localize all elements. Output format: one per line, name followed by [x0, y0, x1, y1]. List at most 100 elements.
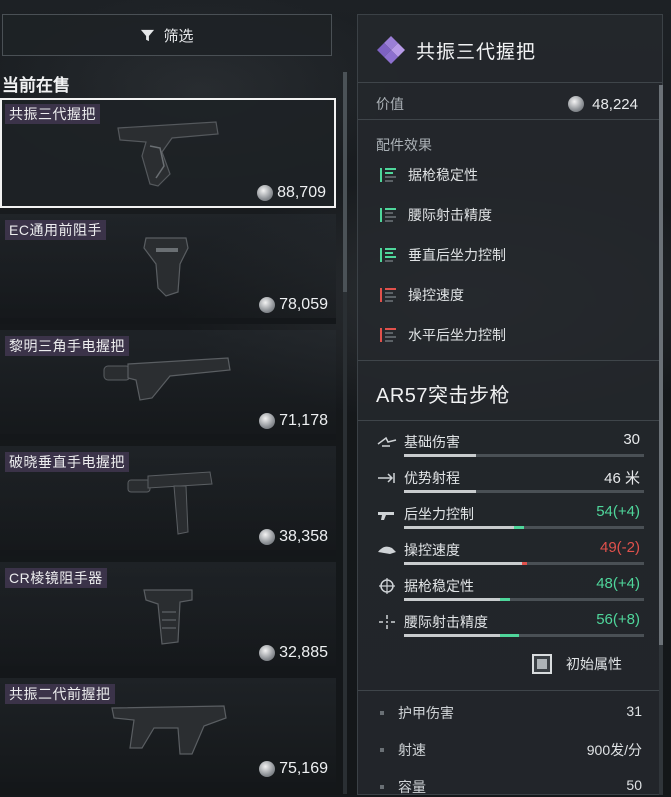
effect-label: 据枪稳定性 — [408, 167, 478, 183]
stat-bar-fill — [404, 526, 514, 529]
stat-row: 基础伤害 30 — [376, 430, 648, 464]
attribute-row: 容量 50 — [380, 777, 642, 797]
effect-level-icon — [380, 328, 396, 342]
handling-icon — [378, 546, 396, 554]
coin-icon — [259, 413, 276, 429]
filter-icon — [141, 29, 155, 41]
filter-button[interactable]: 筛选 — [2, 14, 332, 56]
stat-bar-fill — [404, 562, 522, 565]
coin-icon — [568, 96, 585, 112]
effect-level-icon — [380, 208, 396, 222]
hipfire-icon — [379, 615, 395, 629]
coin-icon — [259, 645, 276, 661]
attribute-row: 护甲伤害 31 — [380, 703, 642, 723]
coin-icon — [259, 761, 276, 777]
effect-label: 垂直后坐力控制 — [408, 247, 506, 263]
grip-image — [143, 589, 193, 645]
attribute-row: 射速 900发/分 — [380, 740, 642, 760]
divider — [358, 82, 662, 83]
stat-bar-delta — [522, 562, 527, 565]
detail-header: 共振三代握把 — [376, 35, 536, 65]
coin-icon — [259, 529, 276, 545]
value-label: 价值 — [376, 96, 404, 112]
divider — [358, 420, 662, 421]
stat-label: 优势射程 — [404, 470, 460, 486]
value-amount: 48,224 — [568, 96, 638, 113]
initial-attr-label: 初始属性 — [566, 656, 622, 672]
list-item[interactable]: 共振三代握把 88,709 — [0, 98, 336, 208]
effect-level-icon — [380, 288, 396, 302]
stat-row: 据枪稳定性 48(+4) — [376, 574, 648, 608]
effect-row: 垂直后坐力控制 — [380, 245, 506, 265]
list-item[interactable]: CR棱镜阻手器 32,885 — [0, 562, 336, 672]
stat-bar-fill — [404, 454, 476, 457]
grip-image — [143, 237, 189, 297]
list-item[interactable]: EC通用前阻手 78,059 — [0, 214, 336, 324]
effect-row: 据枪稳定性 — [380, 165, 478, 185]
item-name: 共振三代握把 — [5, 104, 100, 124]
initial-attr-checkbox[interactable] — [532, 654, 552, 674]
stat-value: 30 — [623, 431, 640, 448]
item-name: EC通用前阻手 — [5, 220, 106, 240]
stat-bar — [404, 454, 644, 457]
item-name: CR棱镜阻手器 — [5, 568, 107, 588]
bullet-icon — [380, 711, 384, 715]
effect-row: 水平后坐力控制 — [380, 325, 506, 345]
stat-row: 优势射程 46 米 — [376, 466, 648, 500]
attribute-value: 50 — [626, 777, 642, 793]
stat-label: 后坐力控制 — [404, 506, 474, 522]
filter-label: 筛选 — [163, 27, 194, 45]
stat-label: 腰际射击精度 — [404, 614, 488, 630]
item-price: 38,358 — [259, 528, 328, 546]
stat-bar-delta — [514, 526, 524, 529]
divider — [358, 119, 662, 120]
grip-image — [117, 121, 219, 187]
list-item[interactable]: 共振二代前握把 75,169 — [0, 678, 336, 788]
item-price: 78,059 — [259, 296, 328, 314]
list-item[interactable]: 黎明三角手电握把 71,178 — [0, 330, 336, 440]
list-item[interactable]: 破晓垂直手电握把 38,358 — [0, 446, 336, 556]
coin-icon — [257, 185, 274, 201]
stat-bar-fill — [404, 598, 500, 601]
item-price: 32,885 — [259, 644, 328, 662]
bullet-icon — [380, 785, 384, 789]
panel-scrollbar[interactable] — [659, 85, 663, 795]
stat-label: 操控速度 — [404, 542, 460, 558]
stat-value: 46 米 — [604, 470, 640, 487]
effect-label: 水平后坐力控制 — [408, 327, 506, 343]
stat-bar — [404, 490, 644, 493]
attribute-label: 容量 — [398, 779, 426, 795]
item-price: 75,169 — [259, 760, 328, 778]
detail-title: 共振三代握把 — [416, 41, 537, 63]
grip-image — [111, 705, 227, 755]
coin-icon — [259, 297, 276, 313]
weapon-name: AR57突击步枪 — [376, 385, 511, 407]
panel-scrollbar-thumb[interactable] — [659, 85, 663, 645]
stat-row: 后坐力控制 54(+4) — [376, 502, 648, 536]
effect-row: 腰际射击精度 — [380, 205, 492, 225]
stat-label: 据枪稳定性 — [404, 578, 474, 594]
effects-label: 配件效果 — [376, 137, 432, 153]
attribute-value: 31 — [626, 703, 642, 719]
grip-image — [127, 471, 213, 535]
item-name: 共振二代前握把 — [5, 684, 115, 704]
attribute-label: 护甲伤害 — [398, 705, 454, 721]
effect-level-icon — [380, 248, 396, 262]
list-scrollbar-thumb[interactable] — [343, 72, 347, 292]
grip-image — [103, 357, 231, 401]
initial-attr-toggle[interactable]: 初始属性 — [532, 654, 622, 674]
attribute-value: 900发/分 — [586, 742, 642, 758]
list-scrollbar[interactable] — [343, 72, 347, 794]
range-icon — [378, 473, 395, 483]
item-name: 黎明三角手电握把 — [5, 336, 129, 356]
item-price: 71,178 — [259, 412, 328, 430]
stability-icon — [379, 578, 395, 594]
stat-bar — [404, 634, 644, 637]
stat-bar — [404, 526, 644, 529]
effect-level-icon — [380, 168, 396, 182]
stat-bar-delta — [500, 598, 510, 601]
section-title: 当前在售 — [2, 76, 70, 95]
recoil-icon — [378, 512, 394, 520]
effect-label: 腰际射击精度 — [408, 207, 492, 223]
divider — [358, 690, 662, 691]
